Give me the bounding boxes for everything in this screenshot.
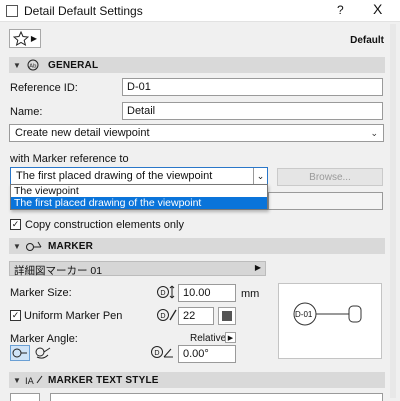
- chevron-down-icon: ⌄: [370, 127, 378, 138]
- star-icon: [12, 31, 29, 46]
- svg-text:Ab: Ab: [29, 63, 37, 69]
- relative-menu-button[interactable]: ▶: [225, 332, 236, 343]
- pen-icon: D: [156, 308, 178, 325]
- uniform-pen-checkbox[interactable]: ✓: [10, 310, 21, 321]
- dropdown-option[interactable]: The viewpoint: [11, 185, 267, 197]
- uniform-pen-label: Uniform Marker Pen: [24, 310, 123, 322]
- favorites-button[interactable]: ▶: [9, 29, 41, 48]
- marker-angle-field[interactable]: 0.00°: [178, 345, 236, 363]
- svg-text:D: D: [154, 349, 159, 357]
- section-marker-text-style-title: MARKER TEXT STYLE: [48, 374, 159, 386]
- chevron-right-icon: ▶: [30, 34, 38, 43]
- window-title: Detail Default Settings: [24, 4, 143, 18]
- marker-angle-label: Marker Angle:: [10, 333, 78, 345]
- svg-text:D: D: [160, 289, 165, 297]
- app-icon: [6, 5, 18, 17]
- dropdown-option-selected[interactable]: The first placed drawing of the viewpoin…: [11, 197, 267, 209]
- viewpoint-action-value: Create new detail viewpoint: [15, 127, 150, 139]
- pen-number-field[interactable]: 22: [178, 307, 214, 325]
- marker-size-icon: D: [156, 285, 178, 302]
- section-marker-title: MARKER: [48, 240, 94, 252]
- section-general-header[interactable]: ▼ Ab GENERAL: [9, 57, 385, 73]
- relative-label: Relative: [190, 333, 227, 344]
- chevron-down-icon: ▼: [13, 375, 21, 385]
- chevron-right-icon: ▶: [254, 263, 261, 272]
- marker-text-style-icon: IA: [25, 374, 45, 386]
- text-style-partial-field[interactable]: [50, 393, 383, 401]
- checkmark-icon: ✓: [11, 219, 20, 229]
- detail-marker-preview-icon: [293, 302, 362, 326]
- marker-preview: D-01: [278, 283, 382, 359]
- angle-mode-rotate-button[interactable]: [34, 345, 52, 362]
- checkmark-icon: ✓: [11, 310, 20, 320]
- section-marker-text-style-header[interactable]: ▼ IA MARKER TEXT STYLE: [9, 372, 385, 388]
- chevron-right-icon: ▶: [227, 334, 234, 342]
- chevron-down-icon: ⌄: [253, 168, 267, 184]
- marker-size-label: Marker Size:: [10, 287, 72, 299]
- marker-icon: [25, 240, 45, 252]
- copy-construction-checkbox[interactable]: ✓: [10, 219, 21, 230]
- default-label: Default: [350, 35, 384, 46]
- browse-button[interactable]: Browse...: [277, 168, 383, 186]
- marker-reference-dropdown-list: The viewpoint The first placed drawing o…: [10, 184, 268, 210]
- marker-size-unit: mm: [241, 288, 260, 300]
- angle-icon: D: [150, 345, 174, 362]
- marker-rotate-icon: [35, 347, 51, 359]
- reference-id-field[interactable]: D-01: [122, 78, 383, 96]
- copy-construction-label: Copy construction elements only: [25, 219, 184, 231]
- text-style-partial-button[interactable]: [10, 393, 40, 401]
- scrollbar[interactable]: [390, 24, 396, 398]
- svg-text:D: D: [160, 312, 165, 320]
- pen-color-sample: [222, 311, 232, 321]
- marker-reference-label: with Marker reference to: [10, 153, 129, 165]
- section-general-title: GENERAL: [48, 59, 99, 71]
- marker-reference-value: The first placed drawing of the viewpoin…: [16, 170, 213, 182]
- marker-reference-select[interactable]: The first placed drawing of the viewpoin…: [10, 167, 268, 185]
- help-button[interactable]: ?: [337, 3, 344, 17]
- name-field[interactable]: Detail: [122, 102, 383, 120]
- name-label: Name:: [10, 106, 43, 118]
- section-marker-header[interactable]: ▼ MARKER: [9, 238, 385, 254]
- svg-text:IA: IA: [25, 377, 35, 386]
- marker-size-field[interactable]: 10.00: [178, 284, 236, 302]
- general-icon: Ab: [25, 59, 45, 71]
- chevron-down-icon: ▼: [13, 60, 21, 70]
- viewpoint-action-select[interactable]: Create new detail viewpoint ⌄: [9, 124, 384, 142]
- angle-mode-fixed-button[interactable]: [10, 345, 30, 361]
- marker-type-value: 詳細図マーカー 01: [14, 265, 103, 277]
- preview-marker-id: D-01: [295, 310, 313, 319]
- reference-id-label: Reference ID:: [10, 82, 78, 94]
- drawing-reference-field[interactable]: [268, 192, 383, 210]
- close-button[interactable]: X: [373, 1, 382, 17]
- marker-type-select[interactable]: 詳細図マーカー 01 ▶: [9, 261, 266, 277]
- pen-color-swatch[interactable]: [218, 307, 236, 325]
- marker-fixed-icon: [12, 348, 27, 358]
- chevron-down-icon: ▼: [13, 241, 21, 251]
